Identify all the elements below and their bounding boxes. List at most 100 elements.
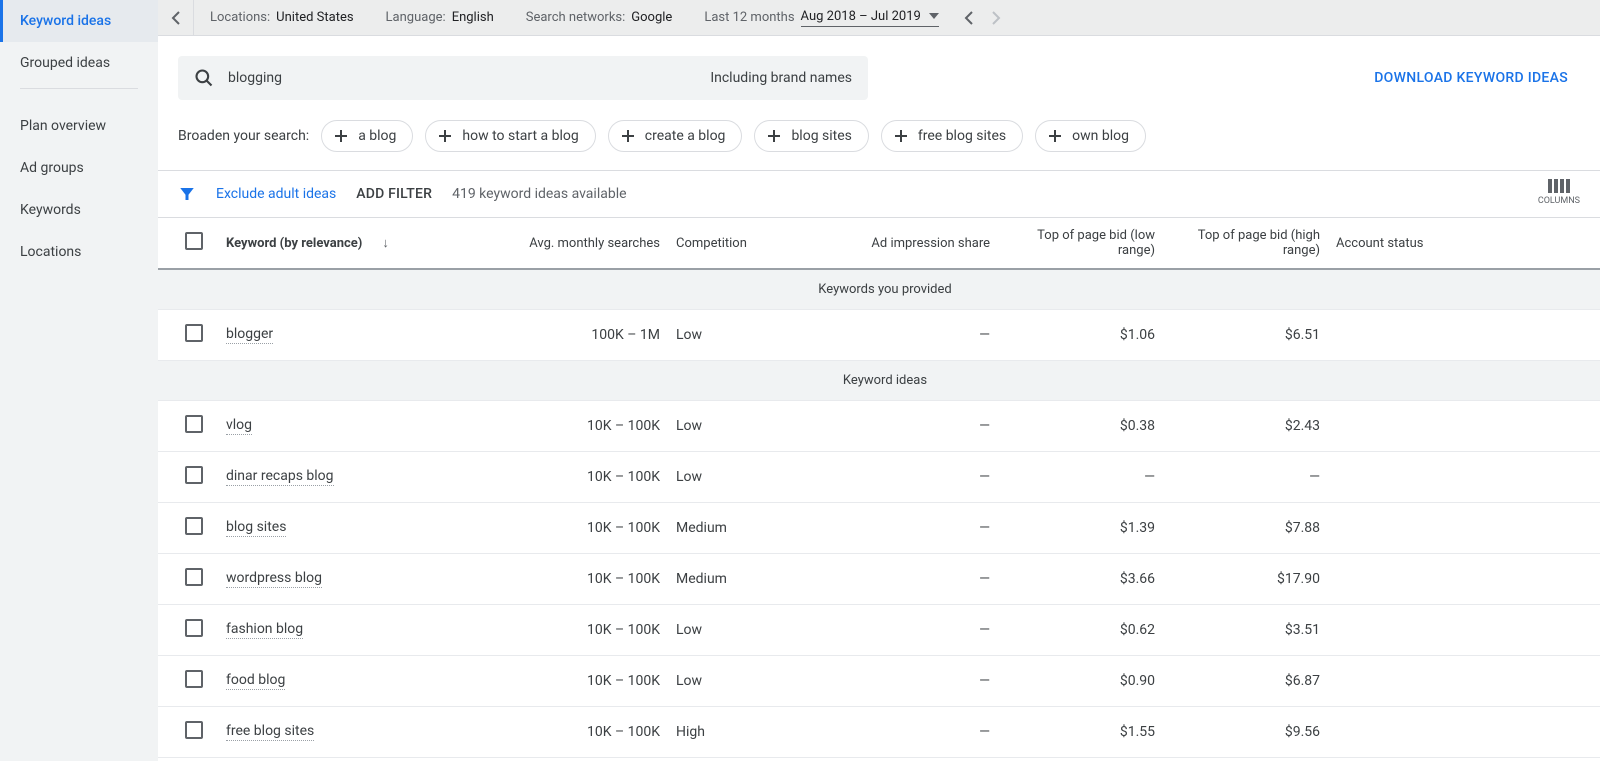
cell-avg: 10K – 100K [438, 401, 668, 452]
broaden-chip[interactable]: free blog sites [881, 120, 1023, 152]
chip-label: free blog sites [918, 128, 1006, 144]
broaden-chip[interactable]: own blog [1035, 120, 1146, 152]
col-bid-high[interactable]: Top of page bid (high range) [1163, 218, 1328, 269]
locations-selector[interactable]: Locations: United States [194, 10, 370, 25]
cell-bid-low: — [998, 452, 1163, 503]
row-checkbox[interactable] [185, 670, 203, 688]
sidebar-item-grouped-ideas[interactable]: Grouped ideas [0, 42, 158, 84]
cell-avg: 10K – 100K [438, 554, 668, 605]
sidebar-item-ad-groups[interactable]: Ad groups [0, 147, 158, 189]
row-checkbox[interactable] [185, 466, 203, 484]
broaden-chip[interactable]: create a blog [608, 120, 743, 152]
table-row: blogger100K – 1MLow—$1.06$6.51 [158, 310, 1600, 361]
cell-bid-low: $1.39 [998, 503, 1163, 554]
exclude-adult-toggle[interactable]: Exclude adult ideas [216, 186, 336, 202]
date-range-selector[interactable]: Last 12 months Aug 2018 – Jul 2019 [688, 9, 954, 27]
cell-competition: Medium [668, 554, 833, 605]
cell-status [1328, 401, 1600, 452]
cell-keyword: dinar recaps blog [218, 452, 438, 503]
cell-bid-low: $0.62 [998, 605, 1163, 656]
chip-label: a blog [358, 128, 396, 144]
filter-row: Exclude adult ideas ADD FILTER 419 keywo… [158, 171, 1600, 218]
sort-arrow-down-icon: ↓ [382, 236, 389, 251]
cell-status [1328, 605, 1600, 656]
period-label: Last 12 months [704, 10, 794, 25]
including-brand-names[interactable]: Including brand names [710, 70, 852, 86]
col-avg-searches[interactable]: Avg. monthly searches [438, 218, 668, 269]
row-checkbox[interactable] [185, 568, 203, 586]
plus-icon [1048, 129, 1062, 143]
networks-selector[interactable]: Search networks: Google [510, 10, 689, 25]
sidebar-item-keywords[interactable]: Keywords [0, 189, 158, 231]
chevron-right-icon [992, 11, 1001, 25]
broaden-chip[interactable]: a blog [321, 120, 413, 152]
row-checkbox[interactable] [185, 517, 203, 535]
chip-label: own blog [1072, 128, 1129, 144]
cell-bid-low: $1.55 [998, 707, 1163, 758]
sidebar: Keyword ideas Grouped ideas Plan overvie… [0, 0, 158, 761]
cell-avg: 10K – 100K [438, 707, 668, 758]
cell-competition: Low [668, 401, 833, 452]
table-row: blog sites10K – 100KMedium—$1.39$7.88 [158, 503, 1600, 554]
col-impression-share[interactable]: Ad impression share [833, 218, 998, 269]
cell-status [1328, 452, 1600, 503]
cell-keyword: blogger [218, 310, 438, 361]
language-value: English [452, 10, 494, 25]
chip-label: create a blog [645, 128, 726, 144]
col-competition[interactable]: Competition [668, 218, 833, 269]
keyword-table: Keyword (by relevance)↓ Avg. monthly sea… [158, 218, 1600, 758]
sidebar-item-plan-overview[interactable]: Plan overview [0, 105, 158, 147]
cell-impression: — [833, 310, 998, 361]
filter-icon [178, 185, 196, 203]
col-keyword[interactable]: Keyword (by relevance)↓ [218, 218, 438, 269]
sidebar-item-keyword-ideas[interactable]: Keyword ideas [0, 0, 158, 42]
language-label: Language: [386, 10, 446, 25]
cell-bid-high: $2.43 [1163, 401, 1328, 452]
cell-status [1328, 707, 1600, 758]
cell-keyword: fashion blog [218, 605, 438, 656]
cell-competition: Medium [668, 503, 833, 554]
download-button[interactable]: DOWNLOAD KEYWORD IDEAS [1374, 70, 1580, 86]
cell-impression: — [833, 605, 998, 656]
sidebar-item-locations[interactable]: Locations [0, 231, 158, 273]
row-checkbox[interactable] [185, 324, 203, 342]
cell-competition: Low [668, 605, 833, 656]
cell-keyword: blog sites [218, 503, 438, 554]
cell-keyword: food blog [218, 656, 438, 707]
cell-avg: 100K – 1M [438, 310, 668, 361]
row-checkbox[interactable] [185, 721, 203, 739]
search-row: blogging Including brand names DOWNLOAD … [158, 36, 1600, 120]
cell-impression: — [833, 401, 998, 452]
cell-bid-high: $6.87 [1163, 656, 1328, 707]
cell-bid-high: $7.88 [1163, 503, 1328, 554]
broaden-chip[interactable]: blog sites [754, 120, 868, 152]
row-checkbox[interactable] [185, 619, 203, 637]
cell-status [1328, 554, 1600, 605]
networks-value: Google [631, 10, 672, 25]
cell-status [1328, 310, 1600, 361]
col-bid-low[interactable]: Top of page bid (low range) [998, 218, 1163, 269]
columns-button[interactable]: COLUMNS [1538, 179, 1580, 206]
cell-bid-high: $6.51 [1163, 310, 1328, 361]
cell-impression: — [833, 554, 998, 605]
date-prev-button[interactable] [955, 4, 983, 32]
table-row: fashion blog10K – 100KLow—$0.62$3.51 [158, 605, 1600, 656]
add-filter-button[interactable]: ADD FILTER [356, 186, 432, 202]
sidebar-divider [20, 88, 138, 89]
table-row: dinar recaps blog10K – 100KLow——— [158, 452, 1600, 503]
language-selector[interactable]: Language: English [370, 10, 510, 25]
plus-icon [894, 129, 908, 143]
broaden-chip[interactable]: how to start a blog [425, 120, 595, 152]
cell-competition: Low [668, 452, 833, 503]
broaden-label: Broaden your search: [178, 128, 309, 144]
search-box[interactable]: blogging Including brand names [178, 56, 868, 100]
chip-label: how to start a blog [462, 128, 578, 144]
cell-bid-low: $0.90 [998, 656, 1163, 707]
back-button[interactable] [158, 0, 194, 36]
row-checkbox[interactable] [185, 415, 203, 433]
cell-keyword: free blog sites [218, 707, 438, 758]
col-account-status[interactable]: Account status [1328, 218, 1600, 269]
table-row: wordpress blog10K – 100KMedium—$3.66$17.… [158, 554, 1600, 605]
ideas-available: 419 keyword ideas available [452, 186, 626, 202]
select-all-checkbox[interactable] [185, 232, 203, 250]
